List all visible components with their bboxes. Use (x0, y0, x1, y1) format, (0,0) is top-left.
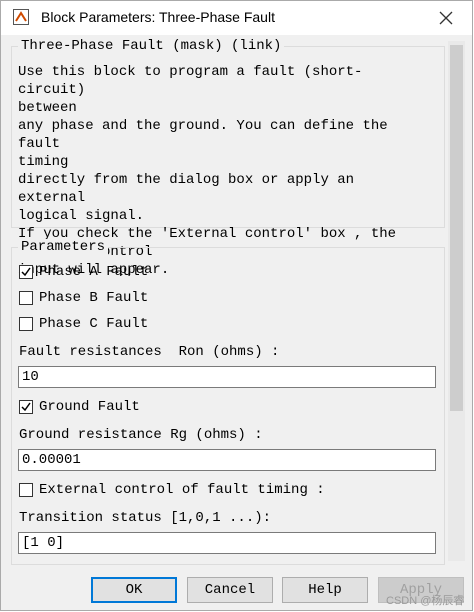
transition-status-input[interactable]: [1 0] (18, 532, 436, 554)
cancel-button[interactable]: Cancel (187, 577, 273, 603)
block-parameters-dialog: Block Parameters: Three-Phase Fault Thre… (0, 0, 473, 611)
ok-button[interactable]: OK (91, 577, 177, 603)
phase-c-fault-checkbox[interactable]: Phase C Fault (19, 315, 148, 333)
checkbox-box[interactable] (19, 483, 33, 497)
checkbox-box[interactable] (19, 265, 33, 279)
fault-resistance-input[interactable]: 10 (18, 366, 436, 388)
transition-status-label: Transition status [1,0,1 ...): (19, 510, 272, 526)
phase-a-fault-label: Phase A Fault (39, 264, 149, 280)
window-title: Block Parameters: Three-Phase Fault (41, 9, 275, 25)
checkmark-icon (21, 267, 31, 277)
checkbox-box[interactable] (19, 317, 33, 331)
scrollbar-thumb[interactable] (450, 45, 463, 411)
title-bar: Block Parameters: Three-Phase Fault (1, 1, 472, 35)
external-control-label: External control of fault timing : (39, 482, 325, 498)
simulink-block-icon (13, 9, 29, 25)
ground-resistance-input[interactable]: 0.00001 (18, 449, 436, 471)
close-icon[interactable] (437, 9, 455, 27)
help-button[interactable]: Help (282, 577, 368, 603)
phase-c-fault-label: Phase C Fault (39, 316, 149, 332)
ground-resistance-label: Ground resistance Rg (ohms) : (19, 427, 263, 443)
checkbox-box[interactable] (19, 400, 33, 414)
ground-fault-label: Ground Fault (39, 399, 140, 415)
description-group-title: Three-Phase Fault (mask) (link) (18, 38, 285, 54)
phase-a-fault-checkbox[interactable]: Phase A Fault (19, 263, 148, 281)
ground-fault-checkbox[interactable]: Ground Fault (19, 398, 140, 416)
phase-b-fault-checkbox[interactable]: Phase B Fault (19, 289, 148, 307)
checkmark-icon (21, 402, 31, 412)
external-control-checkbox[interactable]: External control of fault timing : (19, 481, 325, 499)
fault-resistance-label: Fault resistances Ron (ohms) : (19, 344, 280, 360)
parameters-group-title: Parameters (18, 239, 109, 255)
phase-b-fault-label: Phase B Fault (39, 290, 149, 306)
watermark: CSDN @杨辰睿 (386, 595, 465, 607)
checkbox-box[interactable] (19, 291, 33, 305)
